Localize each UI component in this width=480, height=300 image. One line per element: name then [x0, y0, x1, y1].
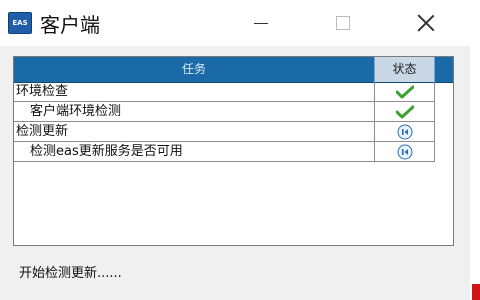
check-icon [395, 85, 414, 99]
app-logo-icon: EAS [8, 12, 32, 34]
task-cell: 检测eas更新服务是否可用 [14, 142, 375, 161]
status-cell [375, 142, 435, 161]
window-content: 任务 状态 环境检查 客户端环境检测 检测更新 检测eas更新服务是否可用 开始… [0, 46, 470, 300]
maximize-icon [336, 16, 350, 30]
check-icon [395, 105, 414, 119]
table-row[interactable]: 检测更新 [14, 122, 435, 142]
window-edge [470, 46, 480, 300]
window-title: 客户端 [40, 13, 100, 37]
status-cell [375, 122, 435, 141]
minimize-button[interactable] [238, 0, 284, 46]
task-cell: 环境检查 [14, 82, 375, 101]
task-table: 任务 状态 环境检查 客户端环境检测 检测更新 检测eas更新服务是否可用 [13, 56, 454, 246]
header-filler [435, 57, 453, 82]
pending-info-icon [397, 124, 413, 140]
title-bar: EAS 客户端 [0, 0, 480, 46]
task-cell: 客户端环境检测 [14, 102, 375, 121]
task-cell: 检测更新 [14, 122, 375, 141]
pending-info-icon [397, 144, 413, 160]
maximize-button[interactable] [320, 0, 366, 46]
status-cell [375, 82, 435, 101]
close-button[interactable] [403, 0, 449, 46]
minimize-icon [254, 22, 268, 24]
table-row[interactable]: 客户端环境检测 [14, 102, 435, 122]
table-row[interactable]: 环境检查 [14, 82, 435, 102]
status-cell [375, 102, 435, 121]
column-header-status[interactable]: 状态 [375, 57, 435, 82]
table-header: 任务 状态 [14, 57, 453, 83]
close-icon [417, 14, 435, 32]
edge-accent [472, 284, 480, 300]
table-row[interactable]: 检测eas更新服务是否可用 [14, 142, 435, 162]
status-text: 开始检测更新...... [19, 266, 122, 281]
column-header-task[interactable]: 任务 [14, 57, 375, 82]
